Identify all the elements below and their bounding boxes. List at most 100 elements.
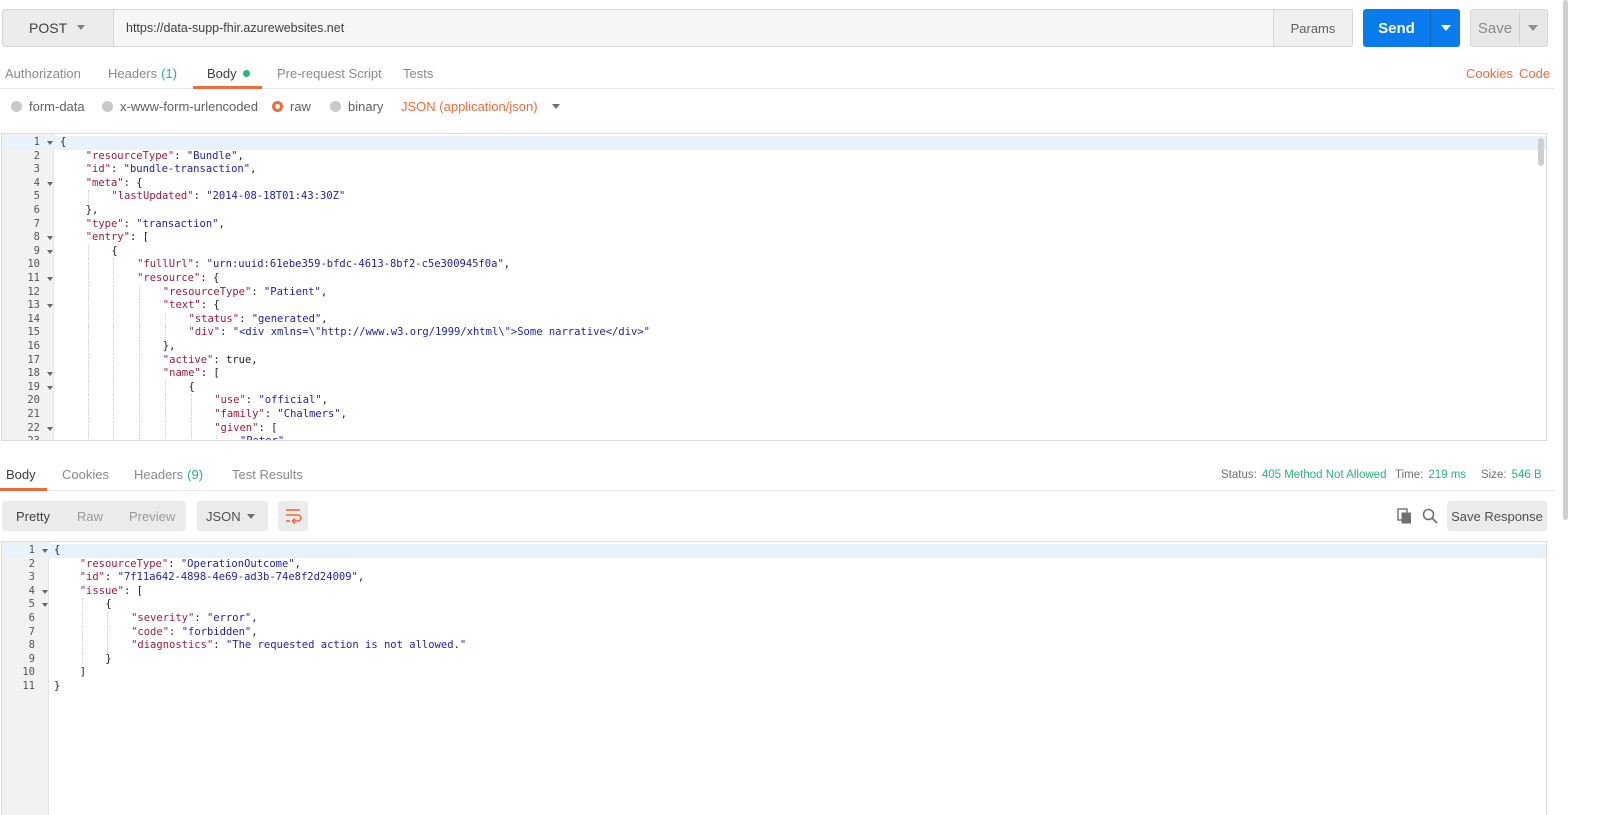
line-number: 22 [27,421,40,434]
code-token: "error" [206,612,252,624]
code-token: : [169,625,182,638]
radio-circle-icon [11,101,22,112]
resp-tab-test-results[interactable]: Test Results [232,458,303,490]
code-line: 17 "active": true, [2,354,1546,368]
indent-guide [139,394,141,408]
params-button[interactable]: Params [1273,9,1353,47]
page-scrollbar[interactable] [1563,0,1568,520]
content-type-select[interactable]: JSON (application/json) [401,99,560,114]
wrap-lines-button[interactable] [278,501,308,531]
code-token: }, [85,204,99,216]
code-token: "resourceType" [85,149,175,162]
line-number: 6 [28,612,35,624]
fold-toggle-icon[interactable] [42,589,48,594]
resp-tab-headers[interactable]: Headers (9) [134,458,203,490]
chevron-down-icon [77,25,85,30]
indent-guide [216,435,218,440]
response-body-viewer[interactable]: 1{2 "resourceType": "OperationOutcome", 3 "… [1,541,1547,815]
code-text: }, [163,340,176,354]
fold-toggle-icon[interactable] [47,141,53,145]
fold-toggle-icon[interactable] [47,181,53,186]
fold-toggle-icon[interactable] [47,236,53,241]
code-token: "<div xmlns=\"http://www.w3.org/1999/xht… [232,326,650,339]
code-line: 4 "issue": [ [2,585,1546,599]
code-line: 6}, [2,204,1546,218]
indent-guide [113,340,115,354]
code-token: : [168,557,181,570]
indent-guide [139,326,141,340]
line-number: 8 [28,639,35,652]
code-token: { [105,598,112,611]
line-number: 10 [27,258,40,271]
fold-toggle-icon[interactable] [47,385,53,390]
save-response-button[interactable]: Save Response [1447,501,1547,531]
line-number: 1 [28,544,35,556]
radio-raw[interactable]: raw [272,99,311,114]
code-token: "Patient" [263,285,321,298]
code-text: "div": "<div xmlns=\"http://www.w3.org/1… [189,326,651,340]
code-text: "lastUpdated": "2014-08-18T01:43:30Z" [111,190,345,204]
view-pretty-button[interactable]: Pretty [16,501,50,531]
code-token: : [174,149,187,162]
view-raw-button[interactable]: Raw [77,501,103,531]
radio-urlencoded[interactable]: x-www-form-urlencoded [102,99,258,114]
indent-guide [87,285,89,300]
wrap-lines-icon [286,509,302,525]
response-format-select[interactable]: JSON [197,501,268,531]
indent-guide [113,285,115,300]
fold-toggle-icon[interactable] [47,372,53,377]
view-preview-button[interactable]: Preview [129,501,175,531]
fold-toggle-icon[interactable] [47,249,53,254]
code-token: , [251,625,258,638]
url-value: https://data-supp-fhir.azurewebsites.net [126,21,345,35]
save-button[interactable]: Save [1470,9,1548,47]
code-token: : [110,163,124,176]
code-text: "Peter" [240,435,284,440]
indent-guide [139,367,141,381]
line-number: 18 [27,367,40,380]
code-token: : [264,408,278,420]
search-icon[interactable] [1422,508,1438,524]
fold-toggle-icon[interactable] [42,603,48,608]
fold-toggle-icon[interactable] [47,426,53,431]
line-number: 23 [2,435,40,440]
send-options-dropdown[interactable] [1431,9,1460,47]
code-line: 2 "resourceType": "OperationOutcome", [2,558,1546,572]
radio-form-data[interactable]: form-data [11,99,85,114]
code-token: "diagnostics" [131,639,214,652]
code-token: "entry" [85,231,130,244]
tab-headers[interactable]: Headers (1) [108,57,177,89]
url-input[interactable]: https://data-supp-fhir.azurewebsites.net [114,9,1274,47]
line-number: 9 [33,244,40,257]
cookies-link[interactable]: Cookies [1466,57,1513,89]
code-token: { [111,244,118,257]
send-button[interactable]: Send [1363,9,1460,47]
editor-scrollbar[interactable] [1538,138,1544,166]
fold-toggle-icon[interactable] [47,304,53,309]
resp-tab-body[interactable]: Body [6,458,36,490]
fold-toggle-icon[interactable] [42,549,48,553]
radio-binary[interactable]: binary [330,99,383,114]
fold-toggle-icon[interactable] [47,277,53,281]
code-text: "given": [ [214,422,277,436]
tab-authorization[interactable]: Authorization [5,57,81,89]
indent-guide [87,380,89,395]
radio-raw-label: raw [290,99,311,114]
indent-guide [87,190,89,204]
request-body-editor[interactable]: 1{2 "resourceType": "Bundle", 3 "id": "bund… [1,133,1547,441]
indent-guide [113,326,115,340]
indent-guide [113,394,115,408]
code-link[interactable]: Code [1519,57,1550,89]
size-readout: Size: 546 B [1481,458,1542,491]
tab-prerequest-script[interactable]: Pre-request Script [277,57,382,89]
tab-tests[interactable]: Tests [403,57,433,89]
code-token: "meta" [85,176,124,189]
code-line: 14 "status": "generated", [2,313,1546,327]
resp-tab-cookies[interactable]: Cookies [62,458,109,490]
tab-body[interactable]: Body [207,57,250,89]
copy-icon[interactable] [1397,508,1412,524]
status-readout: Status: 405 Method Not Allowed [1221,458,1386,491]
code-line: 12 "resourceType": "Patient", [2,286,1546,300]
method-select[interactable]: POST [2,9,114,47]
indent-guide [113,312,115,327]
